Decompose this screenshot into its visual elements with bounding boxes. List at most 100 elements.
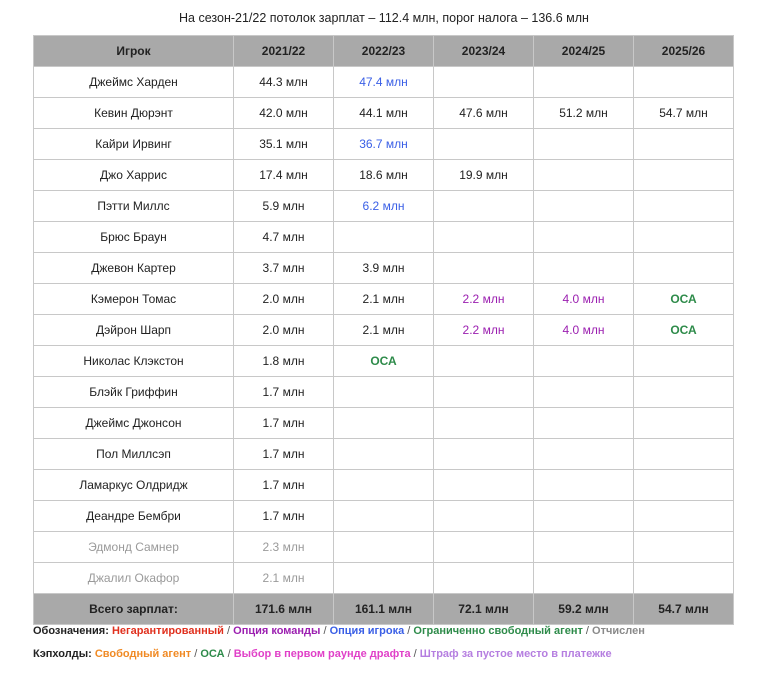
salary-cell xyxy=(633,500,734,532)
salary-cell: 1.7 млн xyxy=(233,407,334,439)
totals-row: Всего зарплат: 171.6 млн 161.1 млн 72.1 … xyxy=(33,593,734,625)
salary-cell: ОСА xyxy=(333,345,434,377)
player-name: Джевон Картер xyxy=(33,252,234,284)
legend-capholds-label: Кэпхолды: xyxy=(33,648,92,660)
header-season: 2025/26 xyxy=(633,35,734,67)
salary-cell: 1.7 млн xyxy=(233,376,334,408)
table-row: Джевон Картер 3.7 млн 3.9 млн xyxy=(33,252,734,284)
salary-cell: 1.7 млн xyxy=(233,438,334,470)
salary-cell xyxy=(333,376,434,408)
header-player: Игрок xyxy=(33,35,234,67)
header-season: 2021/22 xyxy=(233,35,334,67)
salary-cell xyxy=(633,128,734,160)
salary-table: Игрок 2021/22 2022/23 2023/24 2024/25 20… xyxy=(33,35,734,625)
salary-cell: ОСА xyxy=(633,283,734,315)
salary-cell xyxy=(533,376,634,408)
salary-cell: 1.8 млн xyxy=(233,345,334,377)
salary-cell xyxy=(533,128,634,160)
legend-separator: / xyxy=(407,625,411,637)
table-row: Блэйк Гриффин 1.7 млн xyxy=(33,376,734,408)
salary-cell xyxy=(633,438,734,470)
legend-item: Отчислен xyxy=(592,625,645,637)
cap-caption: На сезон-21/22 потолок зарплат – 112.4 м… xyxy=(179,11,589,25)
salary-cell xyxy=(333,562,434,594)
salary-cell: 2.2 млн xyxy=(433,314,534,346)
salary-cell: 1.7 млн xyxy=(233,500,334,532)
player-name: Ламаркус Олдридж xyxy=(33,469,234,501)
legend-item: Выбор в первом раунде драфта xyxy=(233,648,411,660)
salary-cell xyxy=(633,469,734,501)
table-body: Джеймс Харден 44.3 млн 47.4 млн Кевин Дюрэн… xyxy=(33,66,734,594)
salary-cell xyxy=(333,438,434,470)
player-name: Джеймс Джонсон xyxy=(33,407,234,439)
salary-cell: 44.3 млн xyxy=(233,66,334,98)
player-name: Кэмерон Томас xyxy=(33,283,234,315)
legend-item: Опция игрока xyxy=(329,625,405,637)
player-name: Николас Клэкстон xyxy=(33,345,234,377)
totals-value: 161.1 млн xyxy=(333,593,434,625)
player-name: Деандре Бембри xyxy=(33,500,234,532)
salary-cell xyxy=(433,376,534,408)
table-row: Джеймс Харден 44.3 млн 47.4 млн xyxy=(33,66,734,98)
salary-cell xyxy=(633,221,734,253)
player-name: Джо Харрис xyxy=(33,159,234,191)
salary-cell: 3.7 млн xyxy=(233,252,334,284)
header-season: 2022/23 xyxy=(333,35,434,67)
table-row: Эдмонд Самнер 2.3 млн xyxy=(33,531,734,563)
salary-cell xyxy=(633,190,734,222)
salary-cell xyxy=(333,407,434,439)
salary-cell xyxy=(533,252,634,284)
table-row: Пэтти Миллс 5.9 млн 6.2 млн xyxy=(33,190,734,222)
table-row: Николас Клэкстон 1.8 млн ОСА xyxy=(33,345,734,377)
legend-separator: / xyxy=(227,648,231,660)
salary-cell xyxy=(633,531,734,563)
salary-cell xyxy=(533,531,634,563)
salary-cell: 36.7 млн xyxy=(333,128,434,160)
table-row: Брюс Браун 4.7 млн xyxy=(33,221,734,253)
legend-item: Негарантированный xyxy=(111,625,224,637)
salary-cell xyxy=(533,345,634,377)
salary-cell: 4.0 млн xyxy=(533,283,634,315)
salary-cell xyxy=(533,438,634,470)
salary-cell xyxy=(433,407,534,439)
table-row: Ламаркус Олдридж 1.7 млн xyxy=(33,469,734,501)
salary-cell: 2.2 млн xyxy=(433,283,534,315)
salary-cell xyxy=(433,500,534,532)
salary-cell: 3.9 млн xyxy=(333,252,434,284)
salary-cell: 5.9 млн xyxy=(233,190,334,222)
salary-cell: 6.2 млн xyxy=(333,190,434,222)
salary-cell: 54.7 млн xyxy=(633,97,734,129)
player-name: Блэйк Гриффин xyxy=(33,376,234,408)
legend-item: Опция команды xyxy=(233,625,321,637)
salary-cell: 2.3 млн xyxy=(233,531,334,563)
player-name: Джалил Окафор xyxy=(33,562,234,594)
salary-cell xyxy=(633,252,734,284)
salary-cell xyxy=(433,128,534,160)
player-name: Джеймс Харден xyxy=(33,66,234,98)
salary-cell xyxy=(433,438,534,470)
player-name: Пол Миллсэп xyxy=(33,438,234,470)
salary-cell xyxy=(433,252,534,284)
salary-cell xyxy=(333,221,434,253)
salary-cell xyxy=(533,562,634,594)
salary-cell: 51.2 млн xyxy=(533,97,634,129)
salary-cell xyxy=(533,159,634,191)
salary-cell: ОСА xyxy=(633,314,734,346)
salary-cell xyxy=(433,562,534,594)
player-name: Пэтти Миллс xyxy=(33,190,234,222)
salary-cell xyxy=(433,531,534,563)
table-row: Кэмерон Томас 2.0 млн 2.1 млн 2.2 млн 4.0 мл… xyxy=(33,283,734,315)
table-row: Джо Харрис 17.4 млн 18.6 млн 19.9 млн xyxy=(33,159,734,191)
header-season: 2024/25 xyxy=(533,35,634,67)
table-row: Дэйрон Шарп 2.0 млн 2.1 млн 2.2 млн 4.0 млн О… xyxy=(33,314,734,346)
legend-item: ОСА xyxy=(200,648,225,660)
salary-cell xyxy=(433,221,534,253)
player-name: Дэйрон Шарп xyxy=(33,314,234,346)
salary-cell xyxy=(333,500,434,532)
salary-cell: 4.0 млн xyxy=(533,314,634,346)
legend-item: Ограниченно свободный агент xyxy=(413,625,583,637)
salary-cell xyxy=(433,66,534,98)
legend-notation-label: Обозначения: xyxy=(33,625,109,637)
legend-capholds: Кэпхолды: Свободный агент / ОСА / Выбор … xyxy=(33,648,612,660)
salary-cell xyxy=(633,376,734,408)
